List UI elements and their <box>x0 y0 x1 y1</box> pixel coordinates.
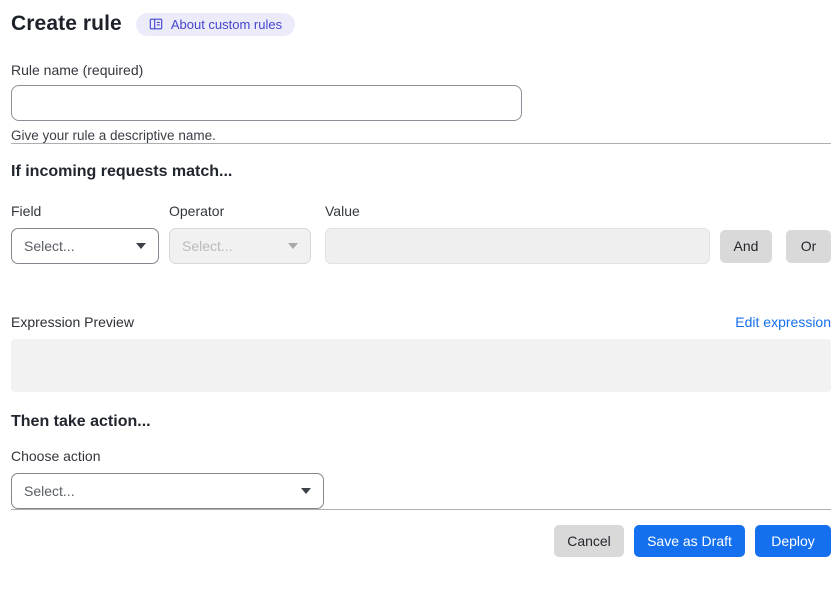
action-select[interactable]: Select... <box>11 473 324 509</box>
rule-name-label: Rule name (required) <box>11 62 144 78</box>
edit-expression-link[interactable]: Edit expression <box>735 314 831 330</box>
page-header: Create rule About custom rules <box>11 10 831 38</box>
match-section-heading: If incoming requests match... <box>11 163 233 180</box>
field-label: Field <box>11 203 42 219</box>
divider <box>11 509 831 510</box>
chevron-down-icon <box>136 243 146 249</box>
deploy-button[interactable]: Deploy <box>755 525 831 557</box>
expression-preview-label: Expression Preview <box>11 314 134 330</box>
operator-select[interactable]: Select... <box>169 228 311 264</box>
or-button[interactable]: Or <box>786 229 831 263</box>
action-select-value: Select... <box>24 483 75 499</box>
operator-select-value: Select... <box>182 238 233 254</box>
field-select[interactable]: Select... <box>11 228 159 264</box>
save-as-draft-button[interactable]: Save as Draft <box>634 525 745 557</box>
cancel-button[interactable]: Cancel <box>554 525 624 557</box>
about-custom-rules-badge[interactable]: About custom rules <box>135 12 296 36</box>
and-button[interactable]: And <box>720 229 772 263</box>
expression-preview-header: Expression Preview Edit expression <box>11 314 831 330</box>
value-label: Value <box>325 203 360 219</box>
match-controls-row: Select... Select... And Or <box>11 228 831 264</box>
footer-actions: Cancel Save as Draft Deploy <box>11 525 831 557</box>
create-rule-page: Create rule About custom rules Rule name… <box>0 0 839 557</box>
operator-label: Operator <box>169 203 225 219</box>
expression-preview-box <box>11 339 831 392</box>
choose-action-label: Choose action <box>11 448 101 464</box>
book-reader-icon <box>149 17 163 31</box>
divider <box>11 143 831 144</box>
chevron-down-icon <box>301 488 311 494</box>
rule-name-helper: Give your rule a descriptive name. <box>11 128 216 143</box>
value-input[interactable] <box>325 228 710 264</box>
action-section-heading: Then take action... <box>11 413 151 430</box>
rule-name-input[interactable] <box>11 85 522 121</box>
page-title: Create rule <box>11 12 122 35</box>
about-badge-label: About custom rules <box>170 16 283 32</box>
field-select-value: Select... <box>24 238 75 254</box>
match-column-labels: Field Operator Value <box>11 203 831 219</box>
chevron-down-icon <box>288 243 298 249</box>
